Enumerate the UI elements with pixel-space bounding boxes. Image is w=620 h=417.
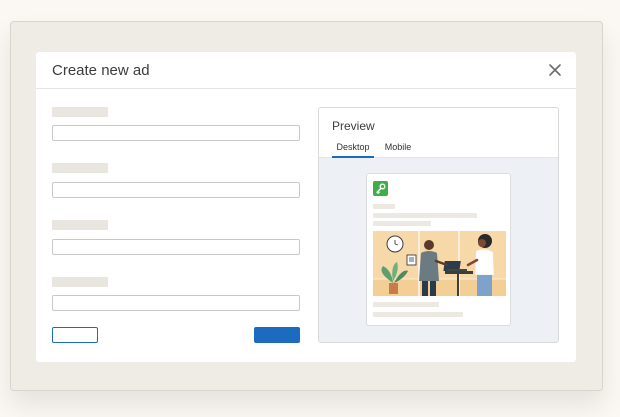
text-field-4[interactable] — [52, 295, 300, 311]
field-label-2 — [52, 163, 108, 173]
cancel-button[interactable] — [52, 327, 98, 343]
office-illustration — [373, 231, 506, 296]
text-field-1[interactable] — [52, 125, 300, 141]
tab-desktop[interactable]: Desktop — [332, 140, 374, 158]
create-ad-dialog: Create new ad Preview Desktop Mobile — [36, 52, 576, 362]
close-icon — [549, 64, 561, 76]
ad-text-line — [373, 204, 395, 209]
ad-card — [366, 173, 511, 326]
preview-title: Preview — [332, 119, 375, 133]
text-field-2[interactable] — [52, 182, 300, 198]
key-icon — [376, 183, 386, 194]
create-button[interactable] — [254, 327, 300, 343]
text-field-3[interactable] — [52, 239, 300, 255]
ad-preview-panel: Preview Desktop Mobile — [318, 107, 559, 343]
field-label-3 — [52, 220, 108, 230]
preview-tabs: Desktop Mobile — [319, 140, 558, 158]
ad-text-line — [373, 221, 431, 226]
ad-text-line — [373, 213, 477, 218]
tab-mobile[interactable]: Mobile — [381, 140, 415, 158]
ad-text-line — [373, 302, 439, 307]
dialog-title: Create new ad — [52, 62, 150, 79]
ad-logo — [373, 181, 388, 196]
preview-canvas — [319, 158, 558, 342]
dialog-header: Create new ad — [36, 52, 576, 89]
close-button[interactable] — [546, 61, 564, 79]
ad-image — [373, 231, 506, 296]
field-label-4 — [52, 277, 108, 287]
ad-text-line — [373, 312, 463, 317]
field-label-1 — [52, 107, 108, 117]
